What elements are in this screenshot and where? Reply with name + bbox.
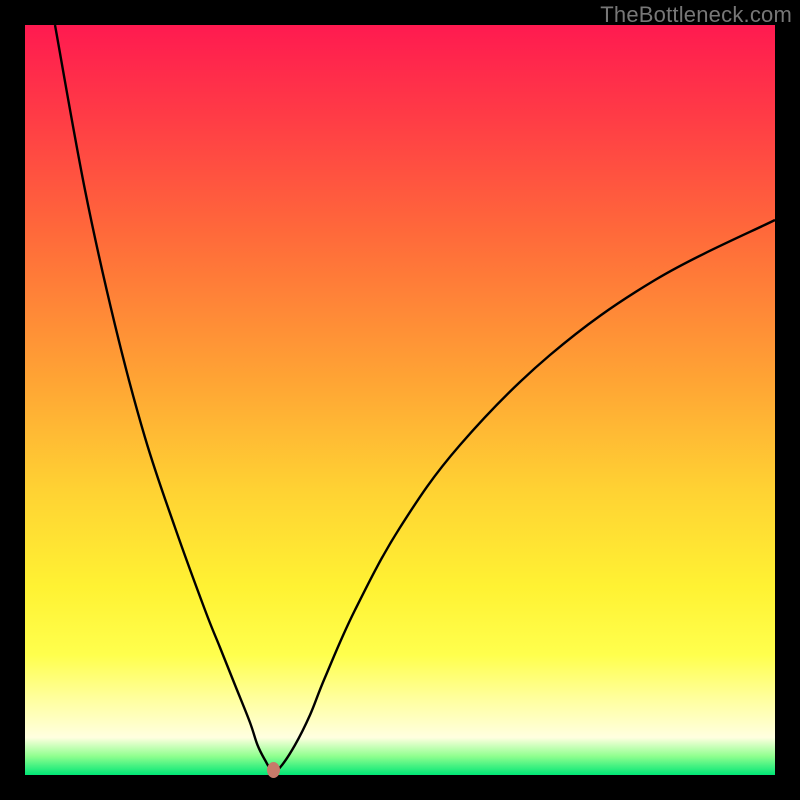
plot-area <box>25 25 775 775</box>
bottleneck-curve <box>55 25 775 772</box>
curve-layer <box>25 25 775 775</box>
optimum-point <box>267 762 280 778</box>
chart-frame: TheBottleneck.com <box>0 0 800 800</box>
